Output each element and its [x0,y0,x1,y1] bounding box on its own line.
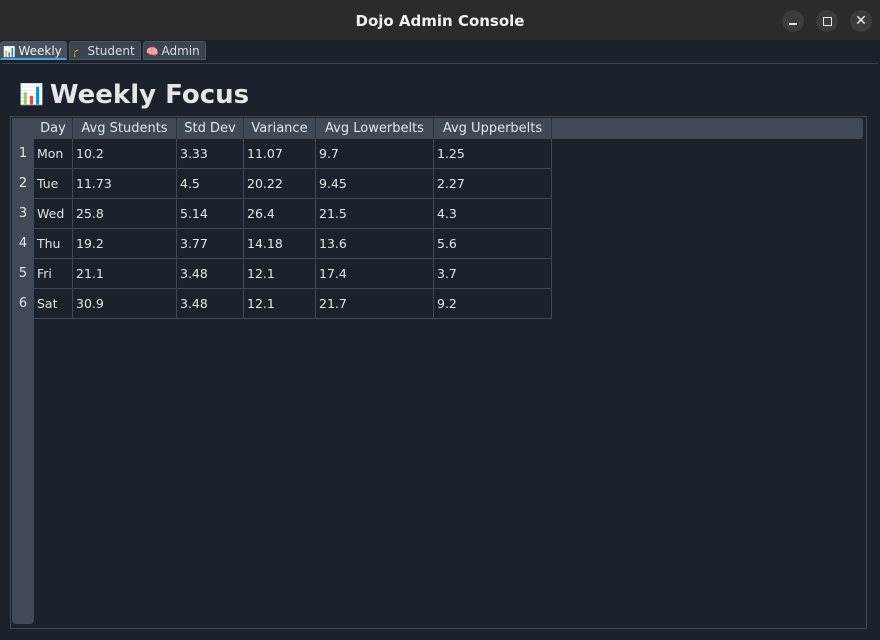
row-header[interactable]: 5 [12,259,34,289]
table-cell[interactable]: 4.5 [177,169,244,199]
table-cell[interactable]: 11.07 [244,139,316,169]
table-cell[interactable]: 9.2 [434,289,552,319]
table-cell[interactable]: 26.4 [244,199,316,229]
table-cell[interactable]: 10.2 [73,139,177,169]
close-icon: ✕ [855,13,867,29]
tab-label: Weekly [18,44,62,58]
table-cell[interactable]: Fri [34,259,73,289]
weekly-table[interactable]: Day Avg Students Std Dev Variance Avg Lowerb… [10,116,867,629]
table-cell[interactable]: 21.7 [316,289,434,319]
tab-admin[interactable]: 🧠 Admin [143,41,206,60]
table-cell[interactable]: Wed [34,199,73,229]
page-title: 📊 Weekly Focus [19,78,249,110]
app-window: Dojo Admin Console ✕ 📊 Weekly 🎓 Student 🧠 A… [0,0,880,640]
table-cell[interactable]: 3.77 [177,229,244,259]
table-cell[interactable]: 25.8 [73,199,177,229]
table-cell[interactable]: 4.3 [434,199,552,229]
table-cell[interactable]: 3.48 [177,259,244,289]
table-cell[interactable]: Mon [34,139,73,169]
tab-bar: 📊 Weekly 🎓 Student 🧠 Admin [0,40,880,62]
row-header[interactable]: 2 [12,169,34,199]
tab-label: Admin [161,44,200,58]
maximize-icon [822,16,832,26]
maximize-button[interactable] [816,10,838,32]
title-bar[interactable]: Dojo Admin Console ✕ [0,0,880,41]
table-cell[interactable]: Tue [34,169,73,199]
row-header[interactable]: 1 [12,139,34,169]
weekly-panel: 📊 Weekly Focus Day Avg Students Std Dev Vari… [2,63,878,639]
column-header-std-dev[interactable]: Std Dev [177,118,244,139]
table-cell[interactable]: 12.1 [244,289,316,319]
minimize-button[interactable] [782,10,804,32]
column-header-variance[interactable]: Variance [244,118,316,139]
column-header-avg-lowerbelts[interactable]: Avg Lowerbelts [316,118,434,139]
table-cell[interactable]: 3.48 [177,289,244,319]
column-header-day[interactable]: Day [34,118,73,139]
table-cell[interactable]: 1.25 [434,139,552,169]
table-cell[interactable]: 11.73 [73,169,177,199]
tab-label: Student [87,44,135,58]
table-cell[interactable]: 5.6 [434,229,552,259]
chart-icon: 📊 [3,47,16,58]
table-cell[interactable]: Sat [34,289,73,319]
tab-student[interactable]: 🎓 Student [69,41,141,60]
minimize-icon [789,23,797,25]
table-corner-button[interactable] [12,118,34,140]
table-cell[interactable]: 20.22 [244,169,316,199]
column-header-avg-students[interactable]: Avg Students [73,118,177,139]
close-button[interactable]: ✕ [850,10,872,32]
table-cell[interactable]: 19.2 [73,229,177,259]
tab-weekly[interactable]: 📊 Weekly [0,41,67,60]
table-cell[interactable]: 30.9 [73,289,177,319]
table-cell[interactable]: 12.1 [244,259,316,289]
row-header[interactable]: 3 [12,199,34,229]
table-cell[interactable]: 13.6 [316,229,434,259]
page-title-text: Weekly Focus [49,80,250,110]
table-cell[interactable]: 21.5 [316,199,434,229]
brain-icon: 🧠 [146,47,159,58]
table-cell[interactable]: 2.27 [434,169,552,199]
row-header[interactable]: 4 [12,229,34,259]
table-cell[interactable]: 3.7 [434,259,552,289]
table-cell[interactable]: 17.4 [316,259,434,289]
chart-icon: 📊 [19,82,44,106]
table-cell[interactable]: 21.1 [73,259,177,289]
row-header[interactable]: 6 [12,289,34,319]
table-cell[interactable]: 3.33 [177,139,244,169]
table-cell[interactable]: 9.45 [316,169,434,199]
table-cell[interactable]: Thu [34,229,73,259]
table-cell[interactable]: 5.14 [177,199,244,229]
graduation-cap-icon: 🎓 [72,47,85,58]
table-cell[interactable]: 14.18 [244,229,316,259]
column-header-avg-upperbelts[interactable]: Avg Upperbelts [434,118,552,139]
table-cell[interactable]: 9.7 [316,139,434,169]
window-title: Dojo Admin Console [355,12,525,30]
